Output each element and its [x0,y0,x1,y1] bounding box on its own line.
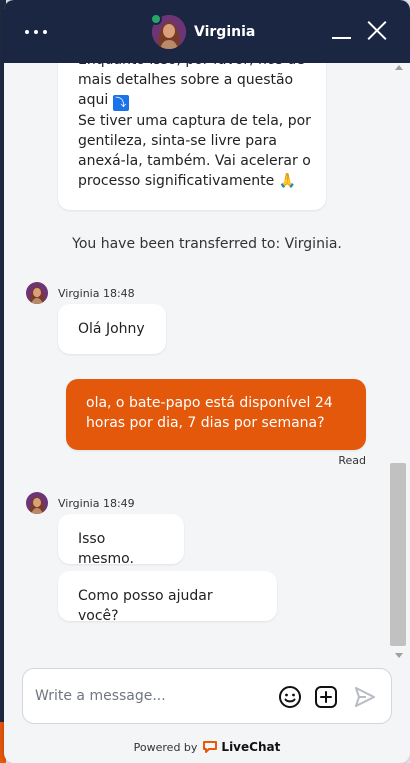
system-message: You have been transferred to: Virginia. [72,236,342,252]
minimize-icon[interactable] [330,24,354,42]
agent-message-bubble: Enquanto isso, por favor, nos dê mais de… [58,63,326,210]
scroll-down-arrow[interactable] [395,653,403,658]
message-meta: Virginia 18:49 [26,492,135,514]
message-input[interactable] [35,685,265,707]
more-horizontal-icon[interactable] [24,22,50,42]
arrow-down-icon: ⤵ [112,95,129,111]
plus-square-icon[interactable] [314,685,338,709]
message-sender-time: Virginia 18:48 [58,286,135,300]
powered-by-label: Powered by [133,740,198,754]
message-text: ola, o bate-papo está disponível 24 hora… [86,395,333,431]
smiley-icon[interactable] [278,685,302,709]
message-text: Enquanto isso, por favor, nos dê mais de… [78,63,311,189]
agent-message-bubble: Como posso ajudar você? [58,571,277,624]
chat-header: Virginia [4,0,410,63]
message-text: Olá Johny [78,321,145,337]
message-meta: Virginia 18:48 [26,282,135,304]
visitor-message-bubble: ola, o bate-papo está disponível 24 hora… [66,379,366,450]
message-composer [22,668,392,724]
scroll-up-arrow[interactable] [395,65,403,70]
agent-name: Virginia [194,24,256,40]
agent-avatar [150,13,186,49]
message-list: Enquanto isso, por favor, nos dê mais de… [4,63,410,663]
scrollbar-thumb[interactable] [390,463,406,646]
agent-info: Virginia [150,13,256,50]
agent-message-bubble: Isso mesmo. [58,514,184,567]
close-icon[interactable] [366,20,388,42]
message-text: Como posso ajudar você? [78,588,213,624]
chat-widget: Virginia Enquanto isso, por favor, nos d… [4,0,410,763]
message-text: Isso mesmo. [78,531,134,567]
livechat-logo-icon [203,741,218,753]
read-receipt: Read [338,454,366,467]
message-sender-time: Virginia 18:49 [58,496,135,510]
online-status-dot [150,13,162,25]
livechat-brand-link[interactable]: LiveChat [221,740,280,754]
agent-message-bubble: Olá Johny [58,304,166,354]
powered-by-footer: Powered by LiveChat [4,737,410,757]
agent-avatar-small [26,492,48,514]
agent-avatar-small [26,282,48,304]
send-icon[interactable] [353,685,377,709]
